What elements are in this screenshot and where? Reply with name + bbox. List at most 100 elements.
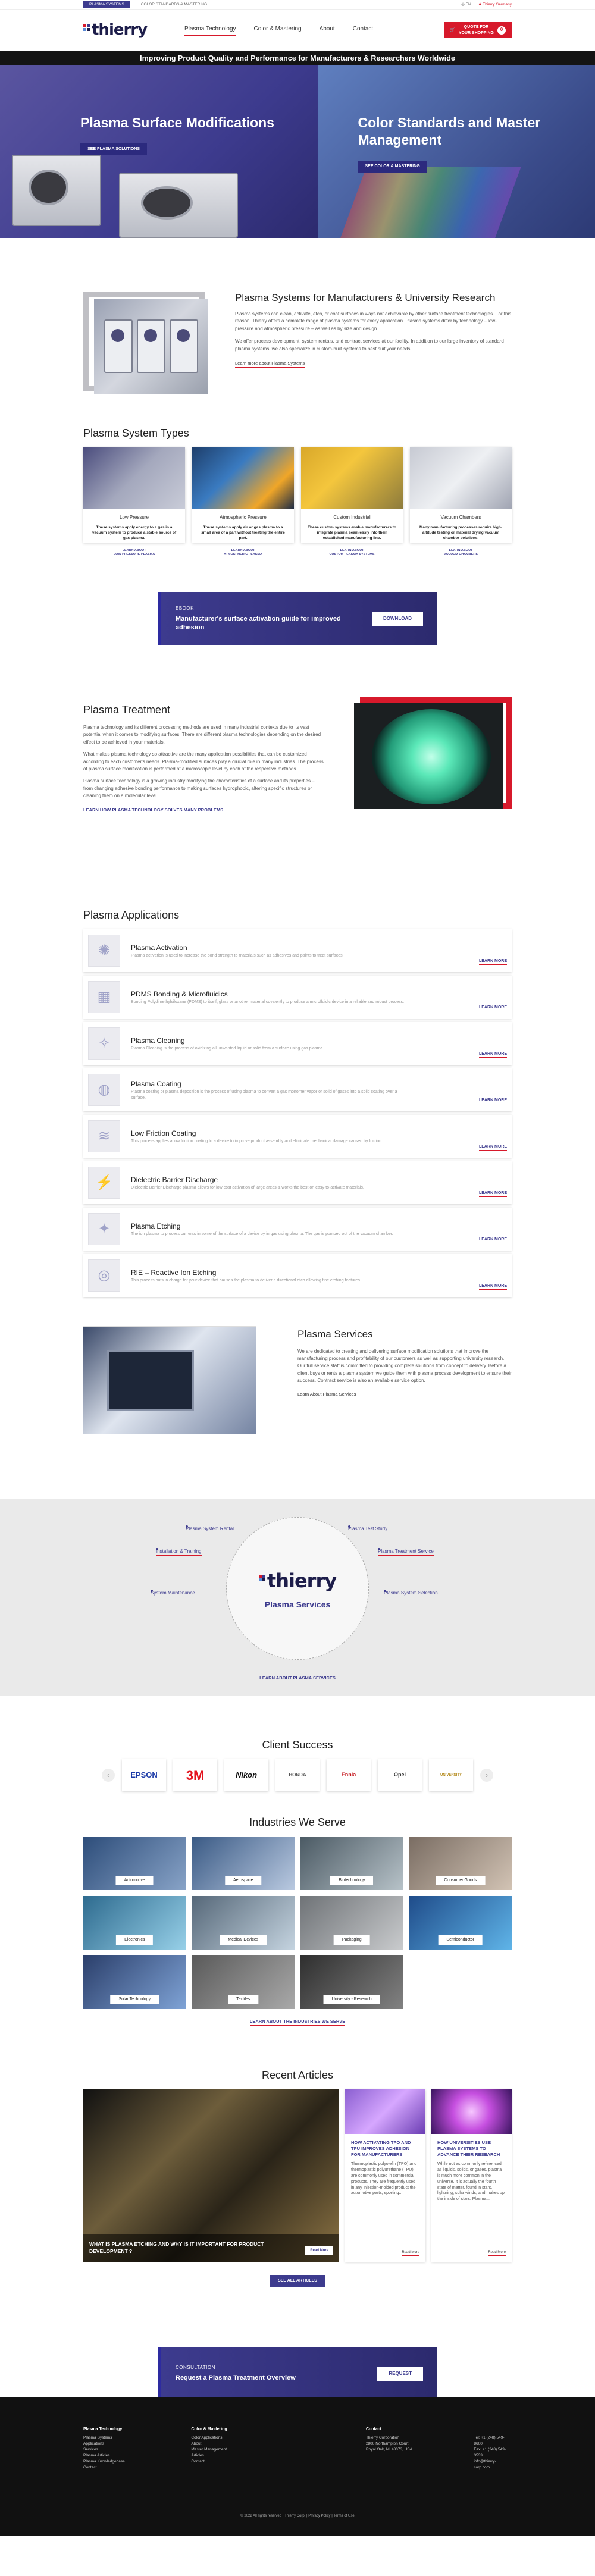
industry-tile[interactable]: Aerospace — [192, 1837, 295, 1890]
industry-tile[interactable]: Textiles — [192, 1955, 295, 2009]
learn-more-link[interactable]: LEARN MORE — [478, 1190, 507, 1197]
application-desc: Plasma coating or plasma deposition is t… — [131, 1090, 397, 1100]
request-button[interactable]: REQUEST — [377, 2367, 423, 2381]
footer-link[interactable]: Contact — [83, 2465, 155, 2471]
see-plasma-solutions-button[interactable]: SEE PLASMA SOLUTIONS — [80, 143, 148, 156]
node-installation-training[interactable]: Installation & Training — [156, 1548, 202, 1556]
next-arrow-icon[interactable]: › — [480, 1769, 493, 1782]
application-row[interactable]: ▦ PDMS Bonding & Microfluidics Bonding Pol… — [83, 976, 512, 1019]
consult-section: CONSULTATION Request a Plasma Treatment … — [0, 2347, 595, 2400]
system-card-vacuum-chambers[interactable]: Vacuum Chambers Many manufacturing proce… — [410, 447, 512, 558]
menu-plasma-technology[interactable]: Plasma Technology — [184, 24, 236, 36]
application-row[interactable]: ✺ Plasma Activation Plasma activation is u… — [83, 929, 512, 972]
download-button[interactable]: DOWNLOAD — [372, 612, 423, 626]
learn-more-link[interactable]: LEARN MORE — [478, 1098, 507, 1104]
footer-link[interactable]: Plasma Systems — [83, 2435, 155, 2441]
application-row[interactable]: ⚡ Dielectric Barrier Discharge Dielectric … — [83, 1161, 512, 1204]
read-more-button[interactable]: Read More — [305, 2246, 333, 2255]
footer-link[interactable]: Services — [83, 2447, 155, 2453]
see-color-mastering-button[interactable]: SEE COLOR & MASTERING — [358, 160, 427, 173]
section-title: Industries We Serve — [249, 1816, 346, 1828]
footer-link[interactable]: Articles — [191, 2453, 330, 2459]
cart-icon: 🛒 — [450, 27, 455, 32]
system-card-low-pressure[interactable]: Low Pressure These systems apply energy … — [83, 447, 185, 558]
industry-tile[interactable]: Semiconductor — [409, 1896, 512, 1950]
section-title: Plasma System Types — [83, 427, 189, 439]
industry-label: Electronics — [116, 1935, 154, 1945]
copyright: © 2022 All rights reserved · Thierry Cor… — [240, 2514, 355, 2518]
tagline-banner: Improving Product Quality and Performanc… — [0, 51, 595, 65]
industry-tile[interactable]: Electronics — [83, 1896, 186, 1950]
footer-link[interactable]: Plasma Articles — [83, 2453, 155, 2459]
treatment-section: Plasma Treatment Plasma technology and i… — [0, 697, 595, 907]
article-card[interactable]: HOW UNIVERSITIES USE PLASMA SYSTEMS TO A… — [431, 2089, 512, 2262]
lab-technician-image — [83, 1327, 256, 1434]
industry-tile[interactable]: Medical Devices — [192, 1896, 295, 1950]
article-card[interactable]: HOW ACTIVATING TPO AND TPU IMPROVES ADHE… — [345, 2089, 425, 2262]
node-system-rental[interactable]: Plasma System Rental — [186, 1525, 234, 1533]
learn-industries-link[interactable]: LEARN ABOUT THE INDUSTRIES WE SERVE — [249, 2018, 346, 2026]
learn-more-link[interactable]: LEARN MORE — [478, 1283, 507, 1290]
industry-tile[interactable]: Automotive — [83, 1837, 186, 1890]
region-selector[interactable]: ◎ EN — [461, 2, 471, 8]
learn-more-link[interactable]: LEARN MORE — [478, 1051, 507, 1058]
tab-color-standards[interactable]: COLOR STANDARDS & MASTERING — [135, 1, 213, 9]
learn-plasma-services-link[interactable]: LEARN ABOUT PLASMA SERVICES — [259, 1675, 336, 1682]
email-link[interactable]: info@thierry-corp.com — [474, 2459, 512, 2471]
industry-tile[interactable]: Biotechnology — [300, 1837, 403, 1890]
footer-link[interactable]: About — [191, 2441, 330, 2447]
system-card-custom-industrial[interactable]: Custom Industrial These custom systems e… — [301, 447, 403, 558]
industry-label: Solar Technology — [110, 1994, 159, 2004]
learn-plasma-systems-link[interactable]: Learn more about Plasma Systems — [235, 360, 305, 368]
see-all-articles-button[interactable]: SEE ALL ARTICLES — [270, 2275, 325, 2287]
industry-tile[interactable]: University - Research — [300, 1955, 403, 2009]
learn-plasma-services-link[interactable]: Learn About Plasma Services — [298, 1391, 356, 1399]
system-card-atmospheric[interactable]: Atmospheric Pressure These systems apply… — [192, 447, 294, 558]
read-more-link[interactable]: Read More — [402, 2250, 419, 2256]
read-more-link[interactable]: Read More — [488, 2250, 506, 2256]
tab-plasma-systems[interactable]: PLASMA SYSTEMS — [83, 0, 130, 9]
application-desc: This process puts in charge for your dev… — [131, 1278, 361, 1283]
section-title: Plasma Treatment — [83, 704, 171, 716]
learn-plasma-technology-link[interactable]: LEARN HOW PLASMA TECHNOLOGY SOLVES MANY … — [83, 807, 224, 814]
learn-more-link[interactable]: LEARN MORE — [478, 958, 507, 965]
services-diagram: thierry Plasma Services Plasma System Re… — [0, 1499, 595, 1696]
node-system-selection[interactable]: Plasma System Selection — [384, 1590, 438, 1597]
application-icon: ✺ — [88, 935, 120, 967]
node-system-maintenance[interactable]: System Maintenance — [151, 1590, 195, 1597]
client-logo-3m: 3M — [173, 1759, 217, 1791]
learn-more-link[interactable]: LEARN MORE — [478, 1005, 507, 1011]
node-test-study[interactable]: Plasma Test Study — [348, 1525, 388, 1533]
learn-more-link[interactable]: LEARN MORE — [478, 1237, 507, 1243]
footer-link[interactable]: Plasma Knowledgebase — [83, 2459, 155, 2465]
industry-label: Medical Devices — [220, 1935, 267, 1945]
application-row[interactable]: ≋ Low Friction Coating This process applie… — [83, 1115, 512, 1158]
footer-link[interactable]: Applications — [83, 2441, 155, 2447]
application-row[interactable]: ✦ Plasma Etching The ion plasma to process… — [83, 1208, 512, 1251]
industry-tile[interactable]: Solar Technology — [83, 1955, 186, 2009]
footer-link[interactable]: Color Applications — [191, 2435, 330, 2441]
node-treatment-service[interactable]: Plasma Treatment Service — [378, 1548, 434, 1556]
industry-tile[interactable]: Packaging — [300, 1896, 403, 1950]
learn-more-link[interactable]: LEARN MORE — [478, 1144, 507, 1151]
industry-tile[interactable]: Consumer Goods — [409, 1837, 512, 1890]
login-link[interactable]: ♟ Thierry Germany — [478, 2, 512, 8]
hero-plasma-title: Plasma Surface Modifications — [80, 115, 274, 130]
low-pressure-image — [83, 447, 185, 509]
thierry-logo[interactable]: thierry — [83, 18, 184, 42]
section-title: Plasma Services — [298, 1328, 373, 1340]
application-row[interactable]: ◍ Plasma Coating Plasma coating or plasma … — [83, 1068, 512, 1111]
application-row[interactable]: ◎ RIE – Reactive Ion Etching This process … — [83, 1254, 512, 1297]
featured-article[interactable]: WHAT IS PLASMA ETCHING AND WHY IS IT IMP… — [83, 2089, 339, 2262]
quote-cart-button[interactable]: 🛒 QUOTE FOR YOUR SHOPPING 0 — [444, 22, 512, 38]
menu-color-mastering[interactable]: Color & Mastering — [254, 24, 302, 36]
menu-contact[interactable]: Contact — [353, 24, 373, 36]
application-icon: ⚡ — [88, 1167, 120, 1199]
prev-arrow-icon[interactable]: ‹ — [102, 1769, 115, 1782]
hero-plasma-panel[interactable]: Plasma Surface Modifications SEE PLASMA … — [0, 65, 318, 238]
hero-color-panel[interactable]: Color Standards and Master Management SE… — [317, 65, 595, 238]
footer-link[interactable]: Master Management — [191, 2447, 330, 2453]
application-row[interactable]: ✧ Plasma Cleaning Plasma Cleaning is the p… — [83, 1022, 512, 1065]
footer-link[interactable]: Contact — [191, 2459, 330, 2465]
menu-about[interactable]: About — [320, 24, 335, 36]
